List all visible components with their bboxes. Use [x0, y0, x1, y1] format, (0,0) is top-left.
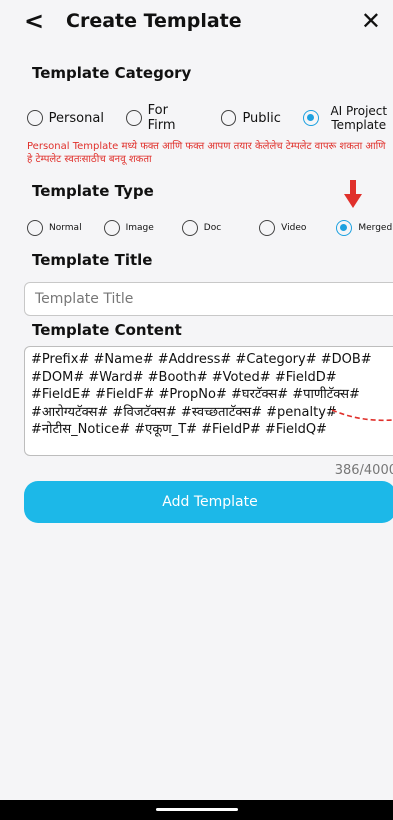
type-heading: Template Type	[32, 182, 154, 200]
template-content-textarea[interactable]: #Prefix# #Name# #Address# #Category# #DO…	[24, 346, 393, 456]
category-heading: Template Category	[32, 64, 192, 82]
radio-normal[interactable]	[27, 220, 43, 236]
chevron-left-icon[interactable]: <	[24, 6, 44, 36]
radio-label-ai-project-template: AI Project Template	[330, 104, 388, 132]
radio-label-image: Image	[125, 223, 154, 233]
page-title: Create Template	[66, 10, 242, 32]
radio-merged[interactable]	[336, 220, 353, 236]
red-dashed-annotation	[331, 409, 393, 422]
type-options: Normal Image Doc Video Merged	[27, 220, 392, 236]
category-note: Personal Template मध्ये फक्त आणि फक्त आप…	[27, 141, 386, 165]
radio-label-personal: Personal	[48, 110, 104, 126]
radio-label-public: Public	[242, 110, 281, 126]
radio-video[interactable]	[259, 220, 276, 236]
radio-image[interactable]	[103, 220, 120, 236]
add-template-button[interactable]: Add Template	[24, 481, 393, 523]
header: < Create Template ✕	[0, 0, 393, 44]
radio-for-firm[interactable]	[125, 110, 142, 126]
home-indicator[interactable]	[156, 808, 238, 811]
radio-ai-project-template[interactable]	[302, 110, 319, 126]
radio-label-normal: Normal	[49, 223, 82, 233]
radio-label-merged: Merged	[358, 223, 393, 233]
radio-label-for-firm: For Firm	[147, 103, 176, 133]
red-arrow-down-icon	[344, 180, 362, 208]
category-options: Personal For Firm Public AI Project Temp…	[27, 103, 393, 133]
radio-public[interactable]	[220, 110, 237, 126]
system-nav-bar	[0, 800, 393, 820]
radio-label-video: Video	[281, 223, 307, 233]
title-heading: Template Title	[32, 251, 153, 269]
radio-label-doc: Doc	[203, 223, 222, 233]
character-counter: 386/4000	[334, 463, 393, 478]
radio-personal[interactable]	[27, 110, 43, 126]
content-heading: Template Content	[32, 321, 182, 339]
radio-doc[interactable]	[181, 220, 198, 236]
template-title-input[interactable]: Template Title	[24, 282, 393, 316]
close-icon[interactable]: ✕	[361, 7, 381, 35]
